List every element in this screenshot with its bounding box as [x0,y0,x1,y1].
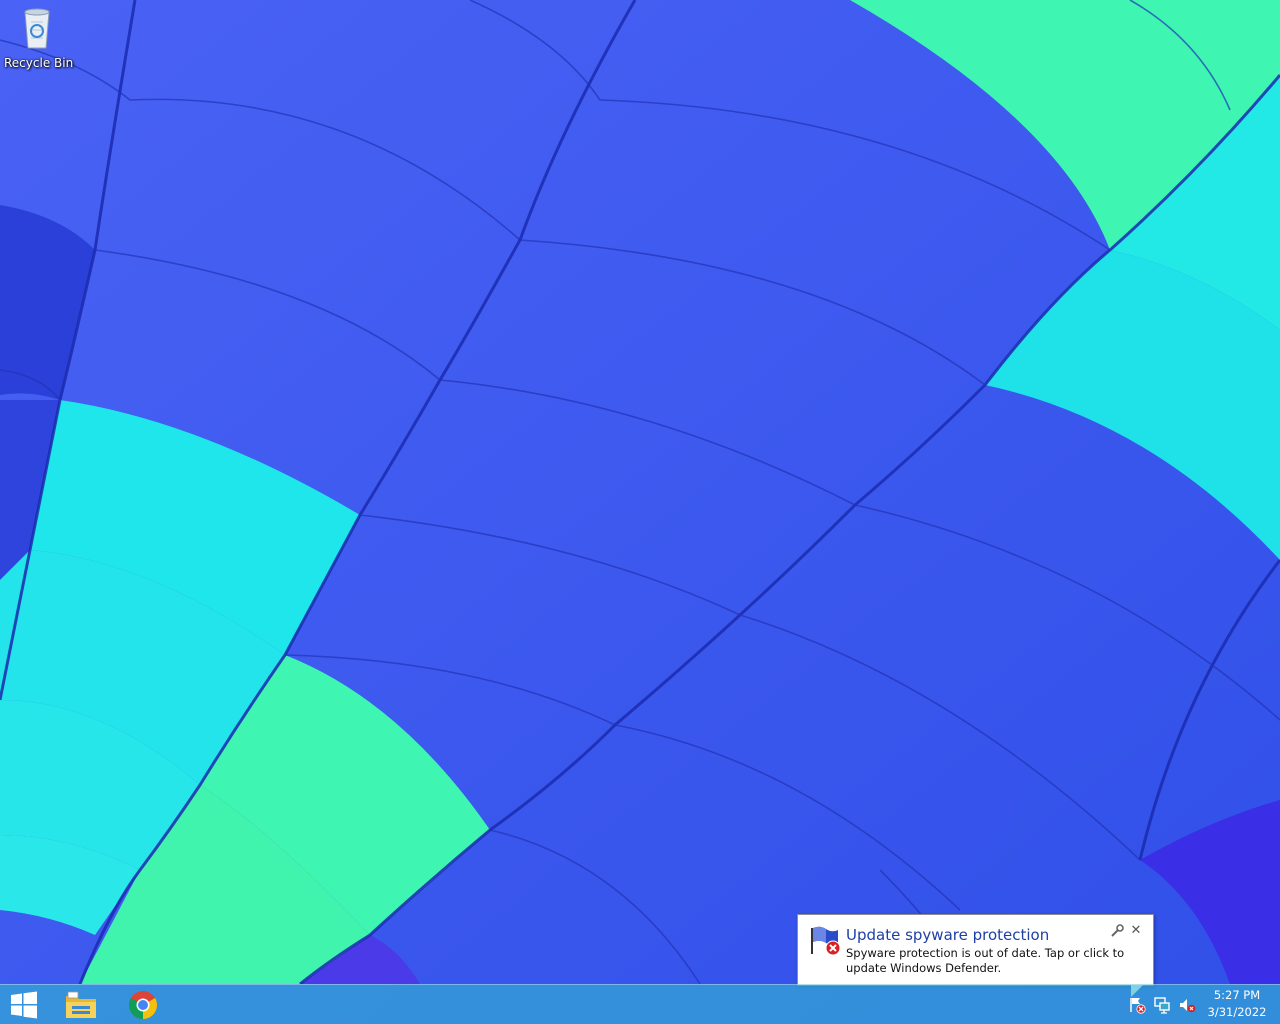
windows-logo-icon [11,991,37,1019]
chrome-taskbar-button[interactable] [118,985,168,1024]
clock-date: 3/31/2022 [1207,1005,1267,1019]
desktop-icon-label: Recycle Bin [4,56,74,70]
notification-close-button[interactable]: ✕ [1128,923,1144,939]
speaker-muted-icon[interactable] [1178,996,1196,1014]
desktop[interactable]: Recycle Bin Update spyware protection Sp… [0,0,1280,1024]
network-icon[interactable] [1153,996,1171,1014]
notification-title[interactable]: Update spyware protection [846,926,1049,944]
taskbar[interactable]: 5:27 PM 3/31/2022 [0,984,1280,1024]
action-center-flag-error-icon[interactable] [1128,996,1146,1014]
start-button[interactable] [0,985,48,1024]
notification-settings-icon[interactable] [1110,924,1124,938]
clock-time: 5:27 PM [1213,988,1261,1002]
taskbar-clock[interactable]: 5:27 PM 3/31/2022 [1200,987,1274,1023]
file-explorer-taskbar-button[interactable] [56,985,106,1024]
windows-defender-flag-error-icon [811,926,841,956]
notification-balloon[interactable]: Update spyware protection Spyware protec… [797,914,1154,986]
desktop-wallpaper [0,0,1280,1024]
chrome-icon [129,991,157,1019]
desktop-icon-recycle-bin[interactable]: Recycle Bin [4,6,74,76]
notification-message[interactable]: Spyware protection is out of date. Tap o… [846,946,1146,976]
file-explorer-icon [66,991,96,1018]
recycle-bin-icon [24,8,50,49]
